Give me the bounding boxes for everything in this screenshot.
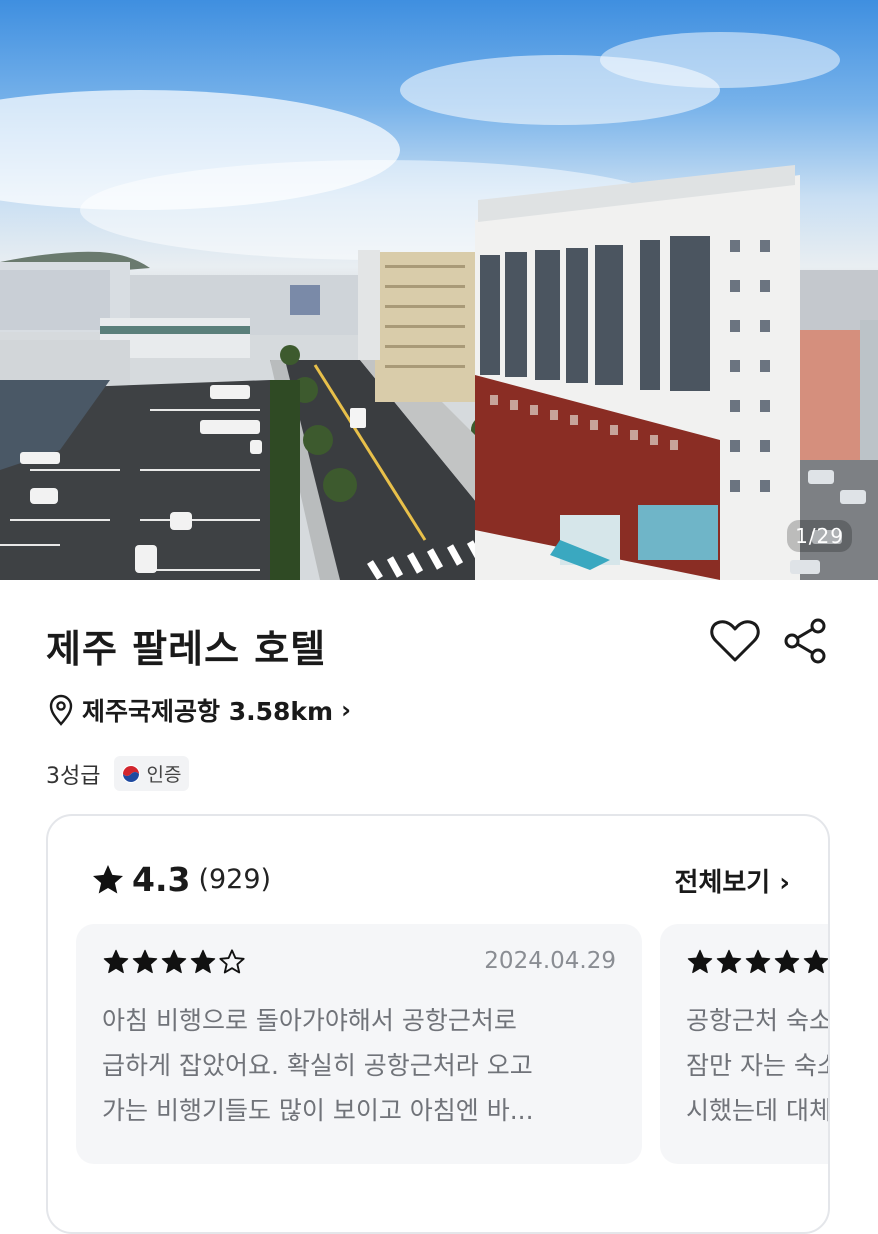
star-filled-icon [190,949,216,974]
see-all-reviews-link[interactable]: 전체보기 › [675,862,790,899]
certification-badge: 인증 [114,756,190,791]
rating-summary: 4.3 (929) [90,860,271,899]
review-text: 아침 비행으로 돌아가야해서 공항근처로 급하게 잡았어요. 확실히 공항근처라… [102,998,622,1133]
hotel-name: 제주 팔레스 호텔 [46,627,327,671]
hotel-grade: 3성급 [46,763,101,789]
review-card[interactable]: 2024.04.29 아침 비행으로 돌아가야해서 공항근처로 급하게 잡았어요… [76,924,642,1164]
heart-outline-icon [710,620,760,662]
star-filled-icon [774,949,800,974]
review-line: 시했는데 대체 [686,1096,830,1125]
star-icon [93,864,123,893]
star-filled-icon [803,949,828,974]
star-filled-icon [745,949,771,974]
star-filled-icon [132,949,158,974]
star-empty-icon [219,949,245,974]
share-icon [784,618,826,664]
share-button[interactable] [780,616,830,666]
hotel-photo-illustration [0,32,878,580]
review-stars [102,948,247,976]
certification-label: 인증 [146,764,182,786]
chevron-right-icon: › [779,868,790,898]
review-line: 잠만 자는 숙소 [686,1051,830,1080]
grade-row: 3성급 인증 [46,756,190,791]
star-filled-icon [687,949,713,974]
hotel-photo[interactable]: 1/29 [0,0,878,580]
review-line: 급하게 잡았어요. 확실히 공항근처라 오고 [102,1051,533,1080]
review-line: 아침 비행으로 돌아가야해서 공항근처로 [102,1006,517,1035]
rating-score: 4.3 [132,860,191,899]
chevron-right-icon: › [341,696,351,724]
review-line: 가는 비행기들도 많이 보이고 아침엔 바... [102,1096,534,1125]
review-stars [686,948,828,976]
review-card[interactable]: 공항근처 숙소 잠만 자는 숙소 시했는데 대체 [660,924,830,1164]
review-count: (929) [198,864,272,895]
review-summary-card: 4.3 (929) 전체보기 › 2024.04.29 아침 비행으로 돌아가야… [46,814,830,1234]
korea-tourism-logo-icon [122,764,141,783]
review-text: 공항근처 숙소 잠만 자는 숙소 시했는데 대체 [686,998,830,1133]
star-filled-icon [716,949,742,974]
review-date: 2024.04.29 [484,948,616,974]
star-filled-icon [103,949,129,974]
review-line: 공항근처 숙소 [686,1006,830,1035]
location-link[interactable]: 제주국제공항 3.58km › [46,690,351,730]
see-all-label: 전체보기 [674,868,771,898]
map-pin-icon [49,694,73,726]
photo-counter: 1/29 [787,520,852,552]
location-text: 제주국제공항 3.58km [82,697,334,726]
star-filled-icon [161,949,187,974]
like-button[interactable] [708,618,762,664]
